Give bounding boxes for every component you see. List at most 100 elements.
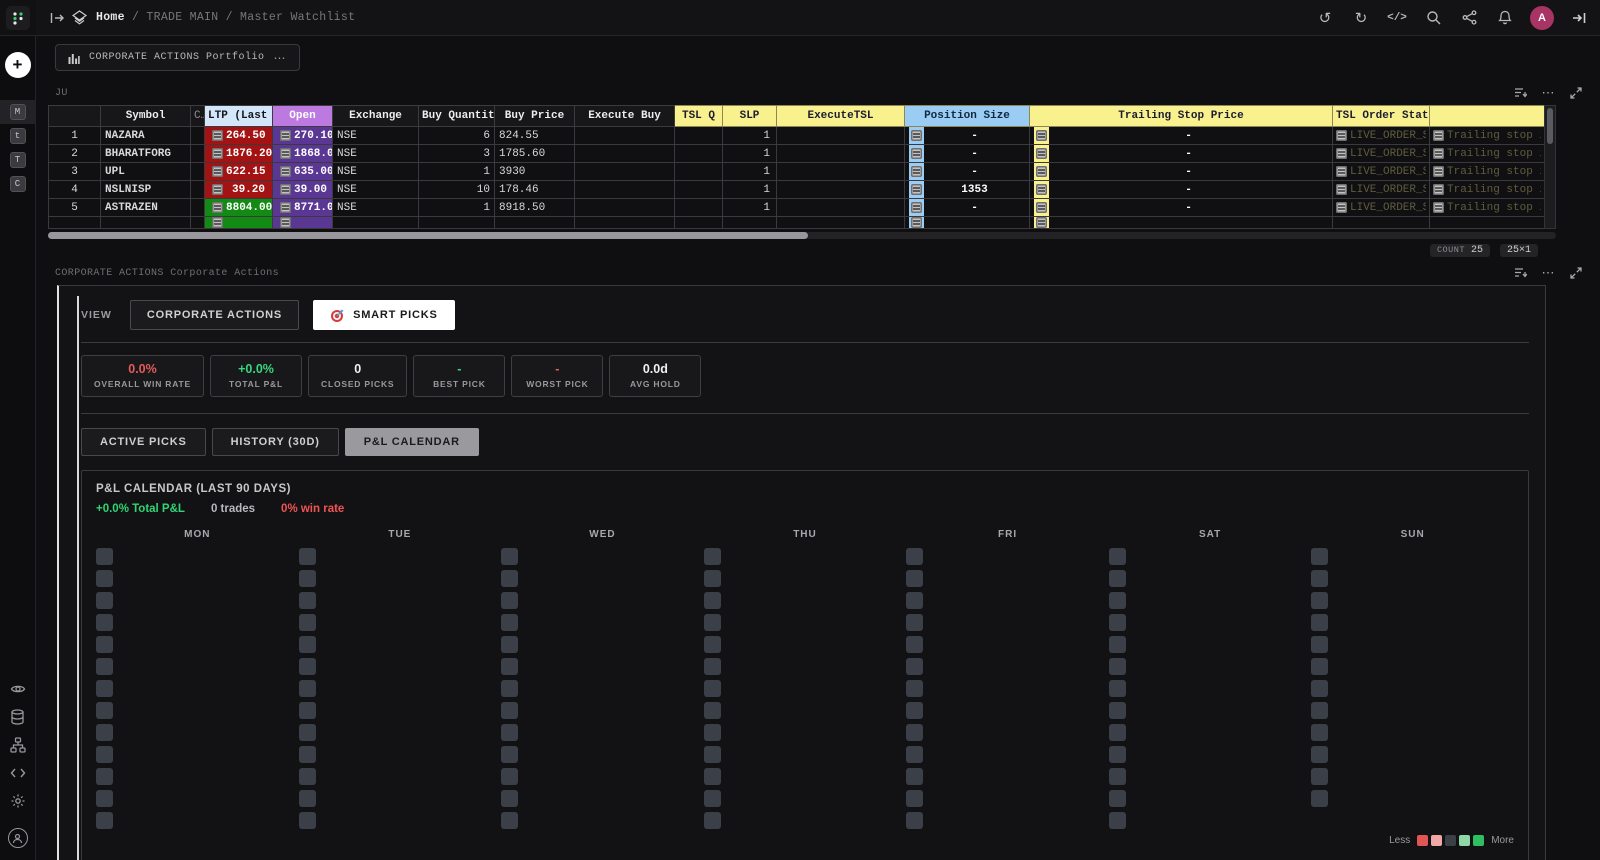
calendar-day-cell[interactable] xyxy=(96,680,113,697)
col-header-symbol[interactable]: Symbol xyxy=(100,105,191,127)
cell-tsl_status[interactable]: LIVE_ORDER_S… xyxy=(1332,126,1430,145)
calendar-day-cell[interactable] xyxy=(906,702,924,719)
cell-exchange[interactable]: NSE xyxy=(332,180,419,199)
portfolio-chip-button[interactable]: CORPORATE ACTIONS Portfolio ⋯ xyxy=(55,44,300,71)
calendar-day-cell[interactable] xyxy=(906,548,924,565)
cell-exchange[interactable]: NSE xyxy=(332,162,419,181)
cell-extra[interactable] xyxy=(1429,216,1545,229)
settings-gear-icon[interactable] xyxy=(9,792,27,810)
cell-grid-icon[interactable] xyxy=(1336,166,1347,177)
cell-grid-icon[interactable] xyxy=(1336,184,1347,195)
cell-slp[interactable]: 1 xyxy=(722,198,777,217)
cell-trailing_stop[interactable]: - xyxy=(1029,126,1333,145)
cell-execute_tsl[interactable] xyxy=(776,126,905,145)
cell-grid-icon[interactable] xyxy=(212,130,223,141)
calendar-day-cell[interactable] xyxy=(906,592,924,609)
cell-rownum[interactable]: 2 xyxy=(48,144,101,163)
calendar-day-cell[interactable] xyxy=(1311,768,1329,785)
cell-grid-icon[interactable] xyxy=(1036,166,1047,177)
cell-tsl_status[interactable]: LIVE_ORDER_S… xyxy=(1332,198,1430,217)
cell-open[interactable]: 39.00 xyxy=(272,180,333,199)
calendar-day-cell[interactable] xyxy=(1311,680,1329,697)
cell-grid-icon[interactable] xyxy=(280,184,291,195)
cell-rownum[interactable]: 5 xyxy=(48,198,101,217)
calendar-day-cell[interactable] xyxy=(1108,812,1126,829)
col-header-execute_buy[interactable]: Execute Buy xyxy=(574,105,675,127)
calendar-day-cell[interactable] xyxy=(501,768,519,785)
col-header-ltp[interactable]: LTP (Last … xyxy=(204,105,273,127)
cell-grid-icon[interactable] xyxy=(911,202,922,213)
cell-symbol[interactable]: NAZARA xyxy=(100,126,191,145)
schema-icon[interactable] xyxy=(9,736,27,754)
cell-grid-icon[interactable] xyxy=(1433,184,1444,195)
calendar-day-cell[interactable] xyxy=(703,724,721,741)
calendar-day-cell[interactable] xyxy=(298,812,316,829)
calendar-day-cell[interactable] xyxy=(1311,570,1329,587)
cell-buy-quantity[interactable]: 1 xyxy=(418,162,495,181)
cell-trailing_stop[interactable]: - xyxy=(1029,144,1333,163)
cell-trailing_stop[interactable]: - xyxy=(1029,180,1333,199)
cell-open[interactable]: 1868.00 xyxy=(272,144,333,163)
calendar-day-cell[interactable] xyxy=(96,636,113,653)
cell-grid-icon[interactable] xyxy=(280,130,291,141)
cell-extra[interactable]: Trailing stop ina xyxy=(1429,126,1545,145)
cell-exchange[interactable]: NSE xyxy=(332,126,419,145)
calendar-day-cell[interactable] xyxy=(1108,680,1126,697)
cell-extra[interactable]: Trailing stop ina xyxy=(1429,162,1545,181)
calendar-day-cell[interactable] xyxy=(1108,570,1126,587)
app-logo[interactable] xyxy=(0,0,36,36)
cell-ltp[interactable]: 1876.20 xyxy=(204,144,273,163)
calendar-day-cell[interactable] xyxy=(906,790,924,807)
cell-exchange[interactable]: NSE xyxy=(332,198,419,217)
calendar-day-cell[interactable] xyxy=(1311,614,1329,631)
calendar-day-cell[interactable] xyxy=(501,548,519,565)
cell-trailing_stop[interactable]: - xyxy=(1029,162,1333,181)
calendar-day-cell[interactable] xyxy=(96,702,113,719)
cell-grid-icon[interactable] xyxy=(911,184,922,195)
cell-slp[interactable] xyxy=(722,216,777,229)
calendar-day-cell[interactable] xyxy=(1108,768,1126,785)
calendar-day-cell[interactable] xyxy=(96,812,113,829)
calendar-day-cell[interactable] xyxy=(501,592,519,609)
calendar-day-cell[interactable] xyxy=(501,790,519,807)
cell-tsl_q[interactable] xyxy=(674,144,723,163)
calendar-day-cell[interactable] xyxy=(501,614,519,631)
cell-buy-price[interactable]: 1785.60 xyxy=(494,144,575,163)
more-options-icon[interactable]: ⋯ xyxy=(1540,85,1556,101)
col-header-tsl_q[interactable]: TSL Q xyxy=(674,105,723,127)
calendar-day-cell[interactable] xyxy=(298,790,316,807)
calendar-day-cell[interactable] xyxy=(96,724,113,741)
database-icon[interactable] xyxy=(9,708,27,726)
cell-slp[interactable]: 1 xyxy=(722,126,777,145)
subtab-p-l-calendar[interactable]: P&L CALENDAR xyxy=(344,428,479,456)
col-header-rownum[interactable] xyxy=(48,105,101,127)
cell-trailing_stop[interactable]: - xyxy=(1029,198,1333,217)
cell-symbol[interactable]: ASTRAZEN xyxy=(100,198,191,217)
cell-position_size[interactable]: - xyxy=(904,198,1030,217)
calendar-day-cell[interactable] xyxy=(906,746,924,763)
col-header-extra[interactable] xyxy=(1429,105,1545,127)
redo-icon[interactable]: ↻ xyxy=(1350,7,1372,29)
page-badge-m[interactable]: M xyxy=(9,104,26,120)
cell-position_size[interactable]: - xyxy=(904,162,1030,181)
page-badge-t[interactable]: T xyxy=(9,152,26,168)
calendar-day-cell[interactable] xyxy=(298,724,316,741)
layers-diamond-icon[interactable] xyxy=(68,7,90,29)
cell-grid-icon[interactable] xyxy=(280,202,291,213)
cell-slp[interactable]: 1 xyxy=(722,144,777,163)
calendar-day-cell[interactable] xyxy=(703,768,721,785)
col-header-c[interactable]: C… xyxy=(190,105,205,127)
subtab-history-30d-[interactable]: HISTORY (30D) xyxy=(211,428,339,456)
cell-grid-icon[interactable] xyxy=(911,148,922,159)
cell-rownum[interactable] xyxy=(48,216,101,229)
add-button[interactable]: + xyxy=(4,52,31,78)
cell-tsl_status[interactable]: LIVE_ORDER_S… xyxy=(1332,180,1430,199)
calendar-day-cell[interactable] xyxy=(298,570,316,587)
cell-execute_buy[interactable] xyxy=(574,144,675,163)
cell-tsl_status[interactable]: LIVE_ORDER_S… xyxy=(1332,162,1430,181)
calendar-day-cell[interactable] xyxy=(906,658,924,675)
calendar-day-cell[interactable] xyxy=(298,680,316,697)
search-icon[interactable] xyxy=(1422,7,1444,29)
cell-grid-icon[interactable] xyxy=(1036,130,1047,141)
calendar-day-cell[interactable] xyxy=(1311,746,1329,763)
